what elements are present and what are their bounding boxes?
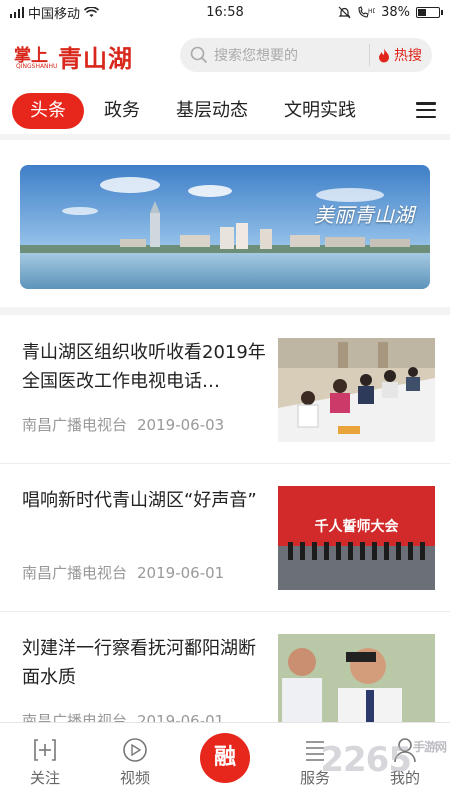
thumb-caption: 千人誓师大会 xyxy=(314,519,399,535)
mute-bell-icon xyxy=(338,6,351,18)
tab-headlines[interactable]: 头条 xyxy=(12,93,84,129)
tab-civilization[interactable]: 文明实践 xyxy=(284,93,356,129)
nav-video[interactable]: 视频 xyxy=(90,723,180,788)
app-header: 掌上 青山湖 QINGSHANHU 搜索您想要的 热搜 xyxy=(0,30,450,80)
center-rong-button[interactable]: 融 xyxy=(200,733,250,783)
logo-pinyin: QINGSHANHU xyxy=(16,63,58,70)
battery-percent: 38% xyxy=(381,4,410,20)
news-source: 南昌广播电视台 xyxy=(22,416,128,434)
nav-center[interactable]: 融 xyxy=(180,723,270,783)
nav-follow[interactable]: 关注 xyxy=(0,723,90,788)
carrier-name: 中国移动 xyxy=(28,6,81,22)
flame-icon xyxy=(379,47,389,62)
news-thumbnail[interactable] xyxy=(278,338,435,442)
svg-text:HD: HD xyxy=(368,8,375,15)
watermark-text: 2265 xyxy=(320,740,412,780)
hot-search-label: 热搜 xyxy=(394,48,422,64)
news-date: 2019-06-01 xyxy=(137,564,225,582)
signal-icon xyxy=(10,6,24,18)
category-tabs: 头条 政务 基层动态 文明实践 xyxy=(0,88,450,140)
search-icon xyxy=(190,46,208,64)
status-left: 中国移动 xyxy=(10,3,100,22)
news-meta: 南昌广播电视台 2019-06-01 xyxy=(22,562,224,583)
news-meta: 南昌广播电视台 2019-06-03 xyxy=(22,414,224,435)
hot-search-button[interactable]: 热搜 xyxy=(378,45,422,65)
tab-grassroots[interactable]: 基层动态 xyxy=(176,93,248,129)
app-logo: 掌上 青山湖 QINGSHANHU xyxy=(14,35,154,75)
search-bar[interactable]: 搜索您想要的 热搜 xyxy=(180,38,432,72)
news-thumbnail[interactable]: 千人誓师大会 xyxy=(278,486,435,590)
news-source: 南昌广播电视台 xyxy=(22,564,128,582)
play-circle-icon xyxy=(123,738,147,762)
news-date: 2019-06-03 xyxy=(137,416,225,434)
banner-image[interactable]: 美丽青山湖 xyxy=(20,165,430,289)
tab-government[interactable]: 政务 xyxy=(104,93,140,129)
banner-caption: 美丽青山湖 xyxy=(314,203,414,227)
search-divider xyxy=(369,44,370,66)
battery-icon xyxy=(416,6,443,18)
news-item[interactable]: 青山湖区组织收听收看2019年全国医改工作电视电话… 南昌广播电视台 2019-0… xyxy=(0,316,450,464)
site-watermark: 2265 手游网 xyxy=(320,740,447,780)
nav-video-label: 视频 xyxy=(119,769,150,787)
status-right: HD 38% xyxy=(338,4,443,20)
news-title[interactable]: 刘建洋一行察看抚河鄱阳湖断面水质 xyxy=(22,634,266,692)
news-title[interactable]: 青山湖区组织收听收看2019年全国医改工作电视电话… xyxy=(22,338,266,396)
news-item[interactable]: 唱响新时代青山湖区“好声音” 南昌广播电视台 2019-06-01 千人誓师大会 xyxy=(0,464,450,612)
status-bar: 中国移动 16:58 HD 38% xyxy=(0,0,450,24)
search-placeholder[interactable]: 搜索您想要的 xyxy=(214,45,361,65)
news-title[interactable]: 唱响新时代青山湖区“好声音” xyxy=(22,486,266,515)
section-divider xyxy=(0,307,450,315)
wifi-icon xyxy=(84,6,100,17)
nav-follow-label: 关注 xyxy=(29,769,60,787)
plus-box-icon xyxy=(34,739,56,761)
menu-icon[interactable] xyxy=(416,102,436,118)
watermark-sub: 手游网 xyxy=(412,740,447,754)
logo-big-text: 青山湖 xyxy=(58,44,133,73)
volte-call-icon: HD xyxy=(358,5,375,18)
